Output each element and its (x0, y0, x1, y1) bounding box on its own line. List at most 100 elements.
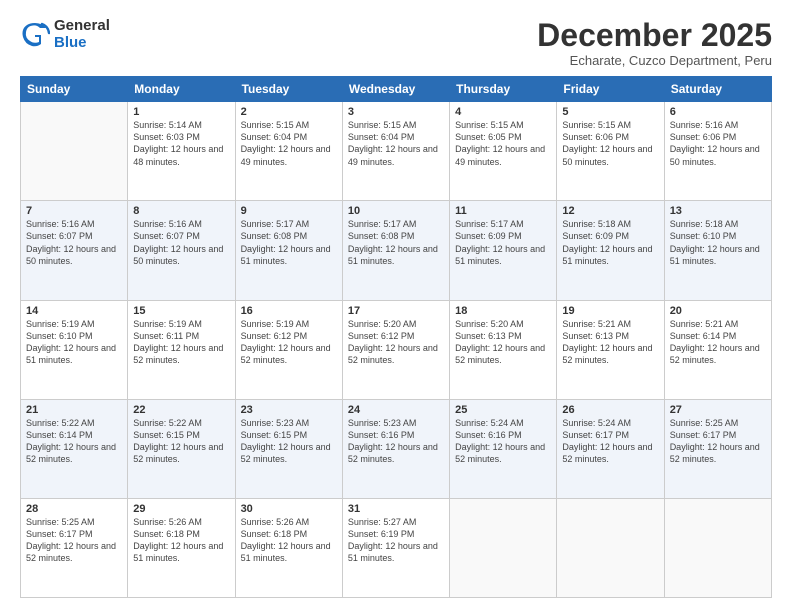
day-info: Sunrise: 5:17 AMSunset: 6:08 PMDaylight:… (348, 218, 444, 267)
day-number: 12 (562, 205, 658, 217)
col-tuesday: Tuesday (235, 77, 342, 102)
calendar-cell: 17Sunrise: 5:20 AMSunset: 6:12 PMDayligh… (342, 300, 449, 399)
day-info: Sunrise: 5:22 AMSunset: 6:14 PMDaylight:… (26, 417, 122, 466)
calendar-cell: 5Sunrise: 5:15 AMSunset: 6:06 PMDaylight… (557, 102, 664, 201)
calendar-cell: 29Sunrise: 5:26 AMSunset: 6:18 PMDayligh… (128, 498, 235, 597)
day-number: 6 (670, 106, 766, 118)
day-info: Sunrise: 5:19 AMSunset: 6:10 PMDaylight:… (26, 318, 122, 367)
day-info: Sunrise: 5:21 AMSunset: 6:13 PMDaylight:… (562, 318, 658, 367)
day-info: Sunrise: 5:25 AMSunset: 6:17 PMDaylight:… (670, 417, 766, 466)
calendar-cell: 19Sunrise: 5:21 AMSunset: 6:13 PMDayligh… (557, 300, 664, 399)
calendar-week-2: 7 Sunrise: 5:16 AMSunset: 6:07 PMDaylight… (21, 201, 772, 300)
day-number: 10 (348, 205, 444, 217)
day-number: 20 (670, 305, 766, 317)
day-number: 22 (133, 404, 229, 416)
day-number: 24 (348, 404, 444, 416)
calendar-cell: 2Sunrise: 5:15 AMSunset: 6:04 PMDaylight… (235, 102, 342, 201)
day-info: Sunrise: 5:15 AMSunset: 6:04 PMDaylight:… (241, 119, 337, 168)
day-info: Sunrise: 5:27 AMSunset: 6:19 PMDaylight:… (348, 516, 444, 565)
calendar-cell: 14Sunrise: 5:19 AMSunset: 6:10 PMDayligh… (21, 300, 128, 399)
day-info: Sunrise: 5:17 AMSunset: 6:09 PMDaylight:… (455, 218, 551, 267)
day-info: Sunrise: 5:18 AMSunset: 6:09 PMDaylight:… (562, 218, 658, 267)
day-number: 3 (348, 106, 444, 118)
col-saturday: Saturday (664, 77, 771, 102)
calendar-cell: 9Sunrise: 5:17 AMSunset: 6:08 PMDaylight… (235, 201, 342, 300)
calendar-cell: 18Sunrise: 5:20 AMSunset: 6:13 PMDayligh… (450, 300, 557, 399)
day-info: Sunrise: 5:17 AMSunset: 6:08 PMDaylight:… (241, 218, 337, 267)
calendar-cell: 11Sunrise: 5:17 AMSunset: 6:09 PMDayligh… (450, 201, 557, 300)
calendar-cell: 7Sunrise: 5:16 AMSunset: 6:07 PMDaylight… (21, 201, 128, 300)
day-number: 9 (241, 205, 337, 217)
day-info: Sunrise: 5:18 AMSunset: 6:10 PMDaylight:… (670, 218, 766, 267)
col-wednesday: Wednesday (342, 77, 449, 102)
logo-icon (20, 20, 50, 50)
day-info: Sunrise: 5:23 AMSunset: 6:15 PMDaylight:… (241, 417, 337, 466)
day-info: Sunrise: 5:20 AMSunset: 6:12 PMDaylight:… (348, 318, 444, 367)
day-info: Sunrise: 5:16 AMSunset: 6:07 PMDaylight:… (133, 218, 229, 267)
day-info: Sunrise: 5:22 AMSunset: 6:15 PMDaylight:… (133, 417, 229, 466)
calendar-cell: 31Sunrise: 5:27 AMSunset: 6:19 PMDayligh… (342, 498, 449, 597)
day-number: 26 (562, 404, 658, 416)
day-number: 30 (241, 503, 337, 515)
calendar-cell (450, 498, 557, 597)
day-info: Sunrise: 5:15 AMSunset: 6:05 PMDaylight:… (455, 119, 551, 168)
calendar-cell: 26Sunrise: 5:24 AMSunset: 6:17 PMDayligh… (557, 399, 664, 498)
day-number: 1 (133, 106, 229, 118)
title-block: December 2025 Echarate, Cuzco Department… (537, 18, 772, 68)
calendar-cell (557, 498, 664, 597)
day-info: Sunrise: 5:15 AMSunset: 6:04 PMDaylight:… (348, 119, 444, 168)
location-subtitle: Echarate, Cuzco Department, Peru (537, 53, 772, 68)
calendar-cell: 8Sunrise: 5:16 AMSunset: 6:07 PMDaylight… (128, 201, 235, 300)
calendar-cell: 27Sunrise: 5:25 AMSunset: 6:17 PMDayligh… (664, 399, 771, 498)
col-friday: Friday (557, 77, 664, 102)
day-info: Sunrise: 5:24 AMSunset: 6:17 PMDaylight:… (562, 417, 658, 466)
day-number: 21 (26, 404, 122, 416)
day-number: 13 (670, 205, 766, 217)
day-info: Sunrise: 5:19 AMSunset: 6:11 PMDaylight:… (133, 318, 229, 367)
day-info: Sunrise: 5:24 AMSunset: 6:16 PMDaylight:… (455, 417, 551, 466)
logo-blue: Blue (54, 35, 110, 52)
calendar-cell: 6Sunrise: 5:16 AMSunset: 6:06 PMDaylight… (664, 102, 771, 201)
calendar-cell: 4Sunrise: 5:15 AMSunset: 6:05 PMDaylight… (450, 102, 557, 201)
day-info: Sunrise: 5:19 AMSunset: 6:12 PMDaylight:… (241, 318, 337, 367)
day-number: 27 (670, 404, 766, 416)
day-info: Sunrise: 5:26 AMSunset: 6:18 PMDaylight:… (133, 516, 229, 565)
calendar-week-1: 1Sunrise: 5:14 AMSunset: 6:03 PMDaylight… (21, 102, 772, 201)
day-number: 23 (241, 404, 337, 416)
calendar-cell: 25Sunrise: 5:24 AMSunset: 6:16 PMDayligh… (450, 399, 557, 498)
page: General Blue December 2025 Echarate, Cuz… (0, 0, 792, 612)
calendar-cell (21, 102, 128, 201)
day-number: 15 (133, 305, 229, 317)
calendar-cell: 12Sunrise: 5:18 AMSunset: 6:09 PMDayligh… (557, 201, 664, 300)
calendar-cell: 3Sunrise: 5:15 AMSunset: 6:04 PMDaylight… (342, 102, 449, 201)
calendar-cell: 15Sunrise: 5:19 AMSunset: 6:11 PMDayligh… (128, 300, 235, 399)
calendar-cell: 20Sunrise: 5:21 AMSunset: 6:14 PMDayligh… (664, 300, 771, 399)
day-number: 25 (455, 404, 551, 416)
day-number: 8 (133, 205, 229, 217)
calendar-cell: 10Sunrise: 5:17 AMSunset: 6:08 PMDayligh… (342, 201, 449, 300)
calendar-week-4: 21Sunrise: 5:22 AMSunset: 6:14 PMDayligh… (21, 399, 772, 498)
day-number: 2 (241, 106, 337, 118)
day-info: Sunrise: 5:14 AMSunset: 6:03 PMDaylight:… (133, 119, 229, 168)
day-number: 17 (348, 305, 444, 317)
calendar-cell: 16Sunrise: 5:19 AMSunset: 6:12 PMDayligh… (235, 300, 342, 399)
day-number: 7 (26, 205, 122, 217)
day-number: 14 (26, 305, 122, 317)
calendar-cell: 30Sunrise: 5:26 AMSunset: 6:18 PMDayligh… (235, 498, 342, 597)
day-number: 4 (455, 106, 551, 118)
calendar-week-5: 28Sunrise: 5:25 AMSunset: 6:17 PMDayligh… (21, 498, 772, 597)
day-number: 18 (455, 305, 551, 317)
day-info: Sunrise: 5:21 AMSunset: 6:14 PMDaylight:… (670, 318, 766, 367)
col-monday: Monday (128, 77, 235, 102)
calendar-table: Sunday Monday Tuesday Wednesday Thursday… (20, 76, 772, 598)
day-info: Sunrise: 5:15 AMSunset: 6:06 PMDaylight:… (562, 119, 658, 168)
header-row: Sunday Monday Tuesday Wednesday Thursday… (21, 77, 772, 102)
calendar-week-3: 14Sunrise: 5:19 AMSunset: 6:10 PMDayligh… (21, 300, 772, 399)
day-info: Sunrise: 5:23 AMSunset: 6:16 PMDaylight:… (348, 417, 444, 466)
col-thursday: Thursday (450, 77, 557, 102)
calendar-cell: 21Sunrise: 5:22 AMSunset: 6:14 PMDayligh… (21, 399, 128, 498)
day-number: 29 (133, 503, 229, 515)
calendar-cell (664, 498, 771, 597)
logo-text: General Blue (54, 18, 110, 51)
calendar-cell: 1Sunrise: 5:14 AMSunset: 6:03 PMDaylight… (128, 102, 235, 201)
